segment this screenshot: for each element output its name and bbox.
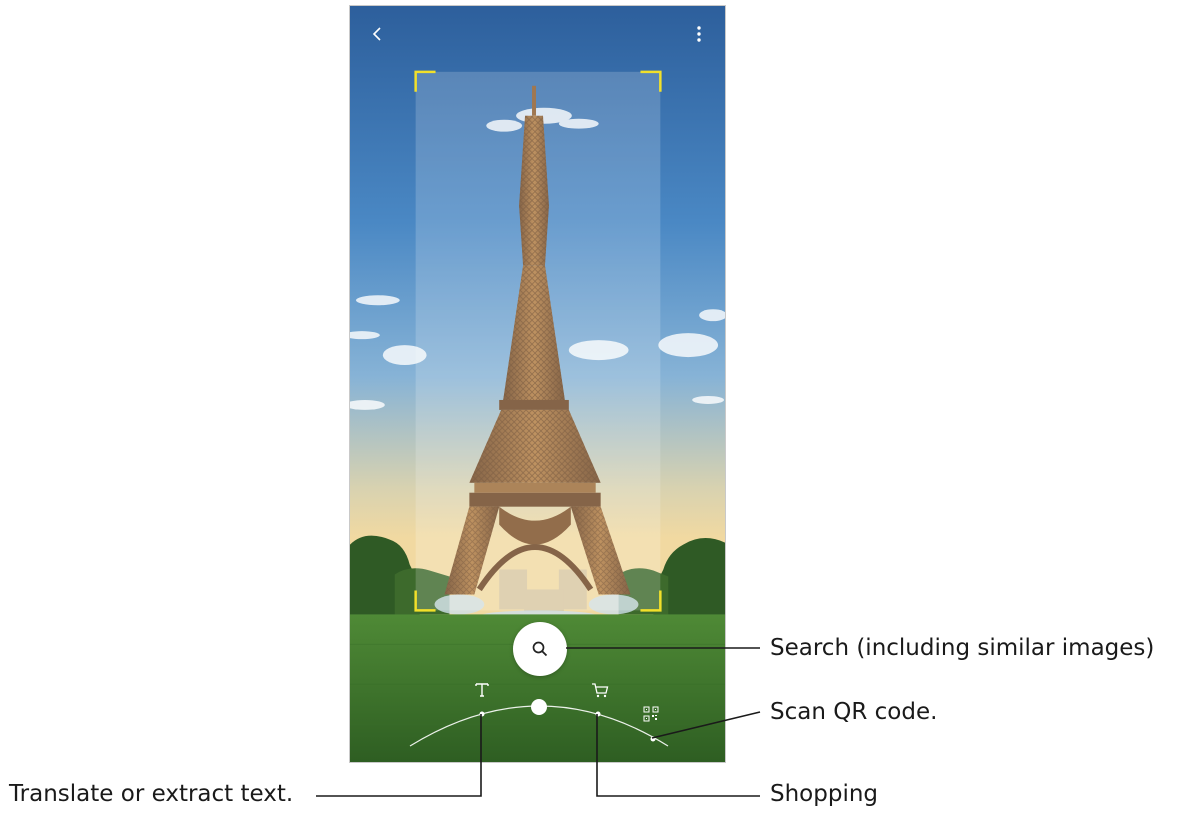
text-T-icon bbox=[475, 683, 489, 697]
callout-search-label: Search (including similar images) bbox=[770, 635, 1155, 661]
qr-code-icon bbox=[643, 706, 659, 722]
search-button[interactable] bbox=[513, 622, 567, 676]
kebab-menu-icon bbox=[697, 26, 701, 42]
text-mode-button[interactable] bbox=[468, 676, 496, 704]
shopping-cart-icon bbox=[592, 683, 609, 698]
page: Search (including similar images) Scan Q… bbox=[0, 0, 1189, 819]
bixby-vision-screen bbox=[349, 5, 726, 763]
mode-selector-knob[interactable] bbox=[531, 699, 547, 715]
back-button[interactable] bbox=[358, 14, 398, 54]
callout-translate-label: Translate or extract text. bbox=[9, 781, 294, 807]
callout-qr-label: Scan QR code. bbox=[770, 699, 938, 725]
qr-mode-button[interactable] bbox=[640, 703, 662, 725]
magnifier-icon bbox=[532, 641, 548, 657]
more-options-button[interactable] bbox=[679, 14, 719, 54]
shopping-mode-button[interactable] bbox=[586, 676, 614, 704]
callout-shopping-label: Shopping bbox=[770, 781, 879, 807]
chevron-left-icon bbox=[372, 27, 381, 41]
